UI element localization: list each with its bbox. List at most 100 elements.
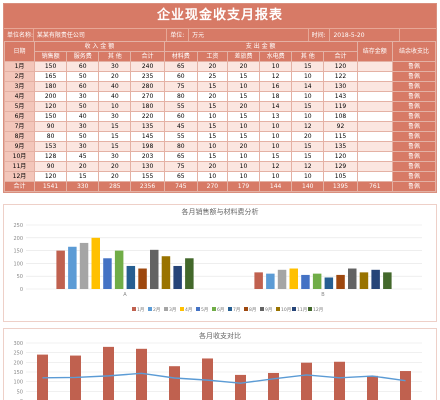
bar-5月-A [103, 258, 112, 289]
cell-income-total: 235 [130, 71, 165, 82]
company-name: 某某有限责任公司 [34, 29, 168, 41]
cell-ratio: 鲁佩 [391, 131, 437, 142]
bar-10月-A [161, 256, 171, 289]
cell-income-total: 130 [130, 161, 165, 172]
cell-material: 65 [163, 61, 198, 72]
col-wage: 工资 [196, 51, 228, 62]
table-row: 4月 200 30 40 270 80 20 15 18 10 143 鲁佩 [4, 91, 437, 102]
cell-expense-total: 130 [323, 81, 358, 92]
bar-3月-A [79, 242, 89, 289]
bar-6月-A [114, 250, 124, 289]
cell-ratio: 鲁佩 [391, 81, 437, 92]
total-balance: 761 [356, 181, 393, 192]
cell-month: 3月 [4, 81, 35, 92]
table-row: 7月 90 30 15 135 45 15 10 10 12 92 鲁佩 [4, 121, 437, 132]
cell-expense-other: 15 [291, 101, 325, 112]
income-bar-7月 [235, 374, 246, 400]
cell-expense-other: 12 [291, 161, 325, 172]
table-row: 12月 120 15 20 155 65 10 10 10 10 105 鲁佩 [4, 171, 437, 182]
income-bar-9月 [301, 362, 312, 400]
cash-report: 企业现金收支月报表 单位名称: 某某有限责任公司 单位: 万元 时间: 2018… [3, 3, 437, 193]
cell-utility: 15 [259, 151, 293, 162]
cell-ratio: 鲁佩 [391, 121, 437, 132]
cell-material: 65 [163, 151, 198, 162]
y-tick-label: 50 [17, 389, 23, 395]
cell-wage: 10 [196, 171, 228, 182]
income-expense-chart: 各月收支对比 050100150200250300 [3, 328, 437, 400]
cell-service: 20 [66, 161, 100, 172]
total-income-other: 285 [98, 181, 132, 192]
cell-service: 30 [66, 121, 100, 132]
bar-12月-B [383, 272, 392, 289]
income-bar-8月 [268, 372, 279, 400]
cell-sales: 80 [33, 131, 68, 142]
cell-wage: 10 [196, 141, 228, 152]
cell-balance [356, 91, 393, 102]
cell-month: 7月 [4, 121, 35, 132]
cell-expense-total: 122 [323, 71, 358, 82]
cell-expense-total: 120 [323, 61, 358, 72]
cell-wage: 15 [196, 81, 228, 92]
report-table: 日期 收 入 金 额 支 出 金 额 结存金额 结余收支比 销售额 服务费 其 … [4, 41, 437, 192]
cell-utility: 12 [259, 161, 293, 172]
cell-balance [356, 101, 393, 112]
cell-service: 30 [66, 91, 100, 102]
table-row: 10月 128 45 30 203 65 15 10 15 15 120 鲁佩 [4, 151, 437, 162]
bar-8月-B [336, 274, 345, 289]
cell-expense-total: 105 [323, 171, 358, 182]
cell-expense-total: 115 [323, 131, 358, 142]
cell-material: 45 [163, 121, 198, 132]
bar-9月-B [348, 268, 357, 289]
total-service: 330 [66, 181, 100, 192]
legend-swatch [276, 307, 280, 311]
bar-7月-A [126, 265, 136, 289]
legend-label: 5月 [201, 307, 208, 313]
bar-8月-A [138, 268, 147, 289]
cell-service: 50 [66, 71, 100, 82]
cell-service: 50 [66, 101, 100, 112]
legend-swatch [260, 307, 264, 311]
cell-service: 60 [66, 61, 100, 72]
cell-travel: 15 [226, 111, 261, 122]
col-expense-group: 支 出 金 额 [163, 41, 358, 52]
legend-swatch [212, 307, 216, 311]
cell-income-total: 180 [130, 101, 165, 112]
cell-month: 10月 [4, 151, 35, 162]
cell-expense-total: 135 [323, 141, 358, 152]
col-utility: 水电费 [259, 51, 293, 62]
cell-expense-other: 20 [291, 131, 325, 142]
income-bar-12月 [400, 371, 411, 400]
total-label: 合计 [4, 181, 35, 192]
cell-travel: 10 [226, 171, 261, 182]
cell-expense-other: 12 [291, 121, 325, 132]
cell-sales: 90 [33, 161, 68, 172]
cell-utility: 10 [259, 121, 293, 132]
cell-ratio: 鲁佩 [391, 151, 437, 162]
chart1-plot: 0 50 100 150 200 250 A B 1月 2月 3月 4月 5月 6月 7月 8月 9月 10月 11… [13, 223, 422, 313]
cell-service: 15 [66, 171, 100, 182]
bar-4月-B [289, 268, 298, 289]
cell-wage: 15 [196, 131, 228, 142]
total-material: 745 [163, 181, 198, 192]
cell-expense-total: 92 [323, 121, 358, 132]
y-tick-label: 100 [13, 261, 23, 267]
report-info-row: 单位名称: 某某有限责任公司 单位: 万元 时间: 2018-5-20 [4, 28, 436, 41]
bar-2月-B [266, 273, 275, 289]
bar-1月-B [254, 272, 263, 289]
cell-income-other: 20 [98, 71, 132, 82]
col-date: 日期 [4, 41, 35, 62]
cell-sales: 180 [33, 81, 68, 92]
y-tick-label: 200 [13, 360, 23, 366]
bar-1月-A [56, 250, 65, 289]
legend-swatch [196, 307, 200, 311]
col-balance: 结存金额 [356, 41, 393, 62]
cell-expense-other: 10 [291, 91, 325, 102]
cell-material: 75 [163, 161, 198, 172]
bar-2月-A [68, 246, 77, 289]
cell-expense-other: 15 [291, 61, 325, 72]
cell-utility: 10 [259, 141, 293, 152]
cell-utility: 16 [259, 81, 293, 92]
cell-expense-other: 10 [291, 171, 325, 182]
cell-income-other: 20 [98, 171, 132, 182]
cell-service: 45 [66, 151, 100, 162]
